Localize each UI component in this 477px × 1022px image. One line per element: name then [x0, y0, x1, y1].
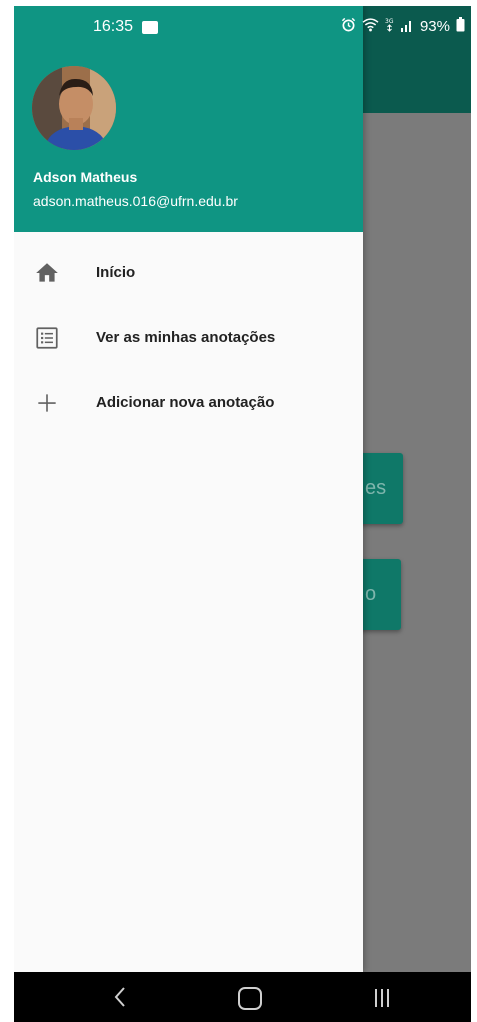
- wifi-icon: [362, 17, 379, 36]
- list-icon: [34, 325, 60, 351]
- gallery-notification-icon: [142, 21, 158, 34]
- drawer-item-label: Ver as minhas anotações: [96, 329, 276, 346]
- status-icons: 3G 93%: [341, 17, 465, 36]
- account-email: adson.matheus.016@ufrn.edu.br: [33, 193, 238, 209]
- battery-percent: 93%: [419, 18, 450, 35]
- phone-screen: es o Adson Matheus adson.matheus.016@ufr…: [14, 6, 471, 1022]
- avatar[interactable]: [32, 66, 116, 150]
- background-button-label: o: [365, 583, 377, 605]
- drawer-item-label: Início: [96, 264, 136, 281]
- svg-text:3G: 3G: [385, 18, 394, 25]
- signal-icon: [400, 18, 414, 36]
- drawer-item-adicionar-anotacao[interactable]: Adicionar nova anotação: [14, 372, 363, 436]
- navigation-drawer: Adson Matheus adson.matheus.016@ufrn.edu…: [14, 6, 363, 972]
- back-nav-icon[interactable]: [110, 984, 130, 1010]
- drawer-item-label: Adicionar nova anotação: [96, 394, 275, 411]
- alarm-icon: [341, 17, 356, 36]
- home-nav-icon[interactable]: [238, 987, 262, 1010]
- avatar-photo: [32, 66, 116, 150]
- drawer-item-ver-anotacoes[interactable]: Ver as minhas anotações: [14, 307, 363, 371]
- background-button-label: es: [365, 477, 387, 499]
- battery-icon: [456, 17, 465, 36]
- status-bar: 16:35 3G 93%: [14, 6, 471, 48]
- drawer-item-inicio[interactable]: Início: [14, 242, 363, 306]
- recent-apps-icon[interactable]: [373, 988, 391, 1008]
- home-icon: [34, 260, 60, 286]
- system-navigation-bar: [14, 972, 471, 1022]
- data-3g-icon: 3G: [385, 17, 394, 36]
- account-name: Adson Matheus: [33, 169, 138, 185]
- plus-icon: [34, 390, 60, 416]
- status-time: 16:35: [93, 18, 134, 35]
